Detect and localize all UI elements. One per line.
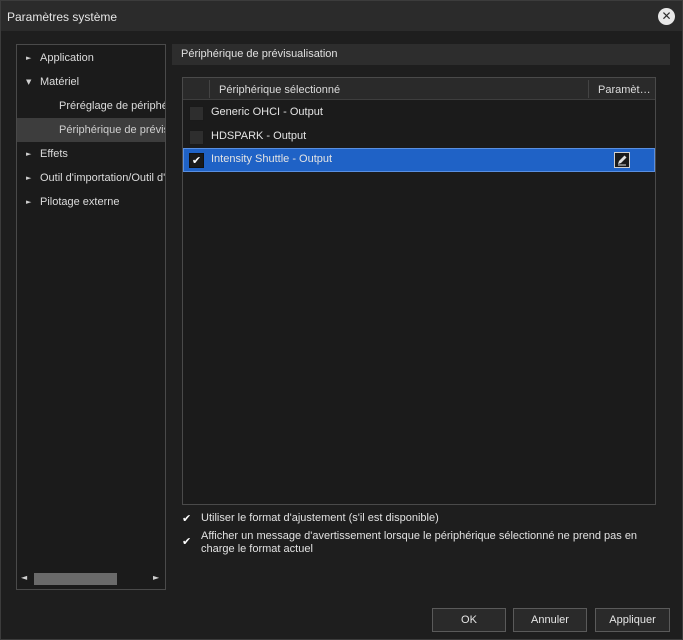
tree-item-effects[interactable]: ► Effets xyxy=(17,142,165,166)
row-device-name: Generic OHCI - Output xyxy=(211,106,323,118)
expand-arrow-icon[interactable]: ► xyxy=(26,46,36,70)
option-fit-format[interactable]: ✔ Utiliser le format d'ajustement (s'il … xyxy=(182,512,652,526)
pencil-icon xyxy=(618,155,627,166)
tree-item-preview-device[interactable]: Périphérique de prévis xyxy=(17,118,165,142)
column-header-settings[interactable]: Paramèt… xyxy=(598,84,651,96)
window-title: Paramètres système xyxy=(7,10,118,24)
option-warning-message[interactable]: ✔ Afficher un message d'avertissement lo… xyxy=(182,530,652,558)
tree-item-label: Outil d'importation/Outil d' xyxy=(40,172,165,184)
tree-item-materiel[interactable]: ▼ Matériel xyxy=(17,70,165,94)
row-checkbox[interactable] xyxy=(189,106,204,121)
ok-button[interactable]: OK xyxy=(432,608,506,632)
device-table: Périphérique sélectionné Paramèt… Generi… xyxy=(182,77,656,505)
tree-item-label: Pilotage externe xyxy=(40,196,120,208)
expand-arrow-icon[interactable]: ► xyxy=(26,142,36,166)
tree-item-label: Préréglage de périphé xyxy=(59,100,165,112)
title-bar: Paramètres système ✕ xyxy=(1,1,682,31)
tree-item-label: Effets xyxy=(40,148,68,160)
tree-item-label: Matériel xyxy=(40,76,80,88)
row-device-name: Intensity Shuttle - Output xyxy=(211,153,333,165)
tree-item-external-control[interactable]: ► Pilotage externe xyxy=(17,190,165,214)
expand-arrow-icon[interactable]: ► xyxy=(26,190,36,214)
row-device-name: HDSPARK - Output xyxy=(211,130,307,142)
fit-format-label: Utiliser le format d'ajustement (s'il es… xyxy=(201,512,439,524)
table-row-selected[interactable]: ✔ Intensity Shuttle - Output xyxy=(183,148,655,172)
warning-message-checkbox[interactable]: ✔ xyxy=(182,535,191,548)
tree-item-preset[interactable]: Préréglage de périphé xyxy=(17,94,165,118)
fit-format-checkbox[interactable]: ✔ xyxy=(182,512,191,525)
section-title: Périphérique de prévisualisation xyxy=(172,44,670,65)
column-divider[interactable] xyxy=(588,80,589,98)
warning-message-label: Afficher un message d'avertissement lors… xyxy=(201,530,638,555)
apply-button[interactable]: Appliquer xyxy=(595,608,670,632)
column-header-device[interactable]: Périphérique sélectionné xyxy=(219,84,340,96)
collapse-arrow-icon[interactable]: ▼ xyxy=(26,70,36,94)
row-checkbox[interactable] xyxy=(189,130,204,145)
table-row[interactable]: Generic OHCI - Output xyxy=(183,101,655,125)
tree-item-label: Application xyxy=(40,52,94,64)
expand-arrow-icon[interactable]: ► xyxy=(26,166,36,190)
scrollbar-thumb[interactable] xyxy=(34,573,117,585)
horizontal-scrollbar[interactable]: ◄ ► xyxy=(17,570,165,588)
scroll-right-icon[interactable]: ► xyxy=(153,573,159,582)
cancel-button[interactable]: Annuler xyxy=(513,608,587,632)
row-checkbox[interactable]: ✔ xyxy=(189,153,204,168)
tree-item-import-tool[interactable]: ► Outil d'importation/Outil d' xyxy=(17,166,165,190)
scroll-left-icon[interactable]: ◄ xyxy=(21,573,27,582)
tree-item-label: Périphérique de prévis xyxy=(59,124,165,136)
table-header: Périphérique sélectionné Paramèt… xyxy=(183,78,655,100)
close-icon[interactable]: ✕ xyxy=(658,8,675,25)
table-row[interactable]: HDSPARK - Output xyxy=(183,125,655,149)
tree-item-application[interactable]: ► Application xyxy=(17,46,165,70)
column-divider[interactable] xyxy=(209,80,210,98)
settings-dialog: Paramètres système ✕ ► Application ▼ Mat… xyxy=(0,0,683,640)
settings-tree: ► Application ▼ Matériel Préréglage de p… xyxy=(16,44,166,590)
edit-settings-icon[interactable] xyxy=(614,152,630,168)
